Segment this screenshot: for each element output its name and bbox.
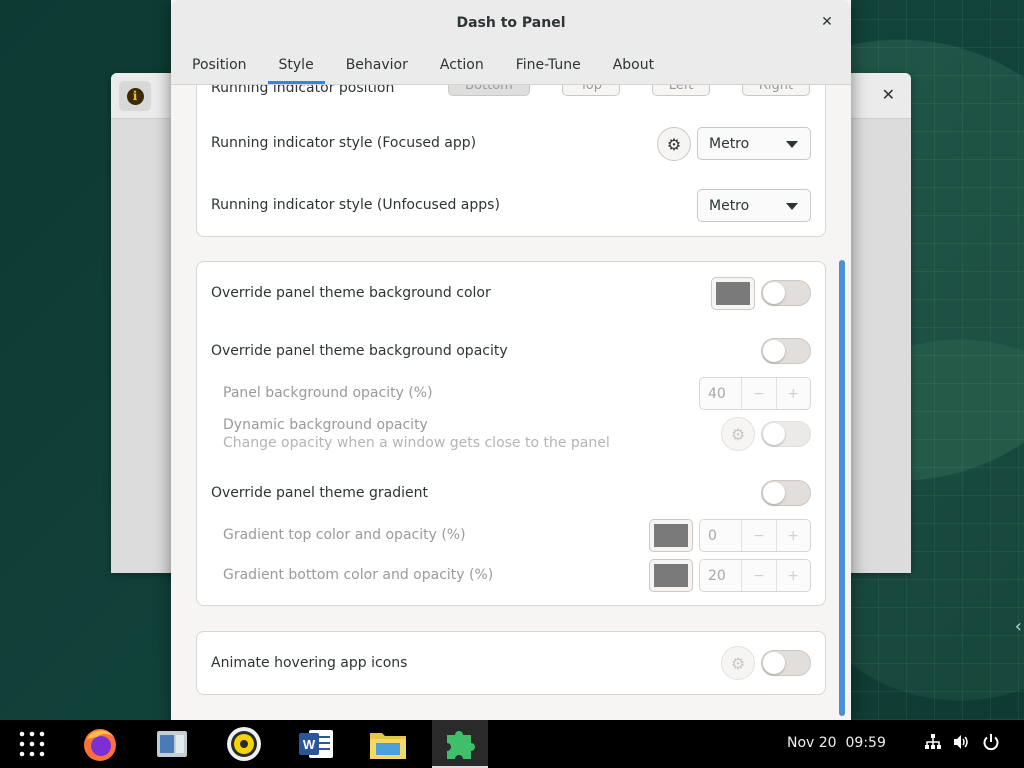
dropdown-value: Metro (709, 135, 750, 152)
info-icon: i (126, 87, 144, 105)
indicator-position-right[interactable]: Right (742, 85, 810, 96)
tab-about[interactable]: About (602, 45, 665, 84)
info-button[interactable]: i (119, 81, 151, 111)
plus-icon[interactable]: + (777, 560, 811, 591)
dynamic-opacity-settings-button[interactable]: ⚙ (721, 417, 755, 451)
dropdown-value: Metro (709, 197, 750, 214)
tab-bar: Position Style Behavior Action Fine-Tune… (171, 45, 851, 85)
panel-opacity-spinner[interactable]: 40 − + (699, 377, 811, 410)
preferences-window: Dash to Panel ✕ Position Style Behavior … (171, 0, 851, 720)
close-button[interactable]: ✕ (817, 12, 837, 32)
clock-date: Nov 20 (787, 735, 837, 751)
minus-icon[interactable]: − (742, 520, 777, 551)
tab-style[interactable]: Style (267, 45, 325, 84)
indicator-position-bottom[interactable]: Bottom (448, 85, 530, 96)
color-swatch (716, 282, 750, 305)
tab-action[interactable]: Action (429, 45, 495, 84)
animate-settings-button[interactable]: ⚙ (721, 646, 755, 680)
gradient-top-color-button[interactable] (649, 519, 693, 552)
bg-color-button[interactable] (711, 277, 755, 310)
gradient-top-label: Gradient top color and opacity (%) (223, 527, 466, 543)
close-icon[interactable]: ✕ (882, 85, 895, 104)
indicator-position-label: Running indicator position (211, 85, 395, 96)
tab-fine-tune[interactable]: Fine-Tune (505, 45, 592, 84)
indicator-unfocused-dropdown[interactable]: Metro (697, 189, 811, 222)
spinner-value[interactable]: 40 (700, 378, 742, 409)
scrollbar[interactable] (839, 260, 845, 716)
spinner-value[interactable]: 0 (700, 520, 742, 551)
indicator-card: Running indicator position Bottom Top Le… (196, 85, 826, 237)
bg-color-label: Override panel theme background color (211, 285, 491, 301)
bg-opacity-toggle[interactable] (761, 338, 811, 364)
panel-opacity-label: Panel background opacity (%) (223, 385, 433, 401)
gradient-bottom-label: Gradient bottom color and opacity (%) (223, 567, 494, 583)
volume-icon[interactable] (952, 733, 970, 755)
files-icon[interactable] (368, 724, 408, 764)
animate-card: Animate hovering app icons ⚙ (196, 631, 826, 695)
titlebar: Dash to Panel ✕ (171, 0, 851, 45)
gradient-bottom-spinner[interactable]: 20 − + (699, 559, 811, 592)
gradient-bottom-color-button[interactable] (649, 559, 693, 592)
indicator-position-left[interactable]: Left (652, 85, 710, 96)
clock[interactable]: Nov 20 09:59 (787, 735, 886, 751)
chevron-down-icon (786, 203, 798, 210)
file-manager-icon[interactable] (152, 724, 192, 764)
plus-icon[interactable]: + (777, 520, 811, 551)
color-swatch (654, 524, 688, 547)
dynamic-opacity-toggle[interactable] (761, 421, 811, 447)
network-icon[interactable] (924, 733, 942, 755)
gear-icon: ⚙ (730, 653, 746, 673)
settings-scroll-area[interactable]: Running indicator position Bottom Top Le… (171, 85, 851, 720)
extensions-icon[interactable] (440, 724, 480, 764)
indicator-focused-dropdown[interactable]: Metro (697, 127, 811, 160)
firefox-icon[interactable] (80, 724, 120, 764)
dynamic-opacity-label: Dynamic background opacity (223, 417, 428, 433)
taskbar: W Nov 20 09:59 (0, 720, 1024, 768)
minus-icon[interactable]: − (742, 560, 777, 591)
chevron-left-icon: ‹ (1014, 616, 1022, 637)
app-grid-icon[interactable] (12, 724, 52, 764)
animate-toggle[interactable] (761, 650, 811, 676)
chevron-down-icon (786, 141, 798, 148)
clock-time: 09:59 (845, 735, 886, 751)
indicator-unfocused-label: Running indicator style (Unfocused apps) (211, 197, 500, 213)
indicator-focused-label: Running indicator style (Focused app) (211, 135, 477, 151)
minus-icon[interactable]: − (742, 378, 777, 409)
animate-label: Animate hovering app icons (211, 655, 408, 671)
dynamic-opacity-sublabel: Change opacity when a window gets close … (223, 435, 610, 451)
tab-behavior[interactable]: Behavior (335, 45, 419, 84)
plus-icon[interactable]: + (777, 378, 811, 409)
tab-position[interactable]: Position (181, 45, 258, 84)
music-player-icon[interactable] (224, 724, 264, 764)
bg-opacity-label: Override panel theme background opacity (211, 343, 508, 359)
gear-icon: ⚙ (666, 134, 682, 154)
indicator-focused-settings-button[interactable]: ⚙ (657, 127, 691, 161)
word-icon[interactable]: W (296, 724, 336, 764)
gradient-label: Override panel theme gradient (211, 485, 428, 501)
color-swatch (654, 564, 688, 587)
gear-icon: ⚙ (730, 424, 746, 444)
indicator-position-top[interactable]: Top (562, 85, 620, 96)
bg-color-toggle[interactable] (761, 280, 811, 306)
background-card: Override panel theme background color Ov… (196, 261, 826, 606)
power-icon[interactable] (982, 733, 1000, 755)
window-title: Dash to Panel (456, 14, 566, 31)
svg-text:W: W (303, 737, 316, 752)
spinner-value[interactable]: 20 (700, 560, 742, 591)
gradient-top-spinner[interactable]: 0 − + (699, 519, 811, 552)
gradient-toggle[interactable] (761, 480, 811, 506)
